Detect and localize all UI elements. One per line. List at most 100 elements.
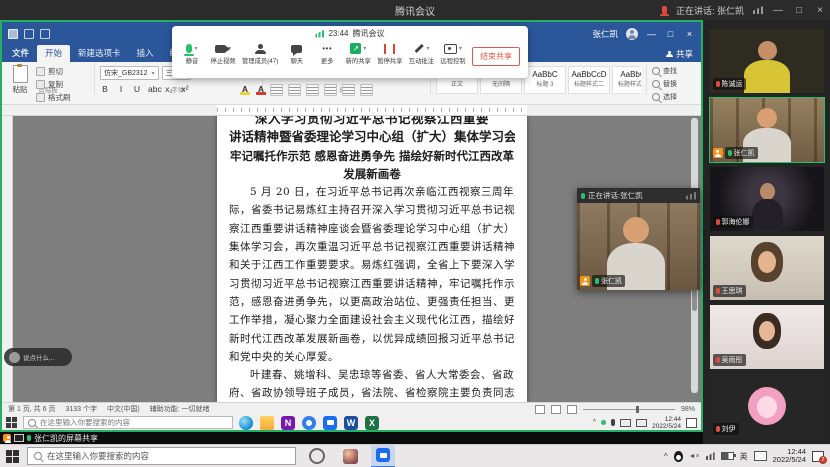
network-icon[interactable]: [706, 452, 715, 460]
end-share-button[interactable]: 结束共享: [472, 47, 520, 66]
participant-tile[interactable]: 王思琪: [710, 236, 824, 300]
zoom-slider[interactable]: [583, 409, 675, 410]
cut-button[interactable]: 剪切: [36, 66, 71, 77]
toolbar-button[interactable]: ▾ 互动批注: [409, 42, 434, 65]
font-format-button[interactable]: U: [132, 84, 142, 94]
taskbar-app-icon[interactable]: [239, 416, 253, 430]
shared-search-box[interactable]: 在这里输入你要搜索的内容: [23, 416, 233, 429]
format-painter-button[interactable]: 格式刷: [36, 92, 71, 103]
app-button[interactable]: [338, 445, 363, 467]
qq-icon[interactable]: [674, 451, 683, 462]
tray-expand-icon[interactable]: ^: [593, 419, 596, 426]
account-avatar[interactable]: [626, 28, 638, 40]
ribbon-tab[interactable]: 开始: [37, 45, 70, 62]
font-format-button[interactable]: x₂: [164, 84, 174, 94]
minimize-button[interactable]: —: [772, 5, 784, 16]
network-signal-icon[interactable]: [753, 6, 763, 14]
ribbon-tab[interactable]: 文件: [4, 45, 37, 62]
speaker-pip-window[interactable]: 正在讲话:张仁凯 张仁凯: [577, 188, 700, 290]
toolbar-button[interactable]: ▾ 新的共享: [346, 42, 371, 65]
horizontal-ruler[interactable]: [2, 105, 701, 116]
ribbon-tab[interactable]: 插入: [129, 45, 162, 62]
toolbar-button[interactable]: ▾ 暂停共享: [377, 42, 402, 65]
maximize-button[interactable]: □: [793, 5, 805, 16]
editing-button[interactable]: 查找: [652, 66, 677, 76]
chevron-down-icon[interactable]: ▾: [459, 45, 462, 52]
highlight-color-button[interactable]: A: [240, 84, 250, 94]
shared-clock[interactable]: 12:442022/5/24: [652, 416, 681, 430]
tray-expand-icon[interactable]: ^: [664, 452, 668, 461]
chat-quick-pill[interactable]: 说点什么...: [4, 348, 72, 366]
taskbar-app-icon[interactable]: [344, 416, 358, 430]
ribbon-tab[interactable]: 新建选项卡: [70, 45, 129, 62]
font-format-button[interactable]: x²: [180, 84, 190, 94]
toolbar-button[interactable]: ▾ 停止视频: [210, 42, 235, 65]
word-count[interactable]: 3133 个字: [65, 404, 97, 414]
chevron-down-icon[interactable]: ▾: [194, 45, 197, 52]
word-close-button[interactable]: ×: [684, 29, 695, 39]
cortana-button[interactable]: [304, 445, 330, 467]
font-format-button[interactable]: abc: [148, 84, 158, 94]
print-view-button[interactable]: [551, 405, 561, 414]
zoom-level[interactable]: 98%: [681, 406, 695, 413]
taskbar-app-icon[interactable]: [302, 416, 316, 430]
page-indicator[interactable]: 第 1 页, 共 6 页: [8, 404, 55, 414]
word-minimize-button[interactable]: —: [646, 29, 657, 39]
tray-mic-icon[interactable]: [611, 419, 615, 426]
participant-tile[interactable]: 张仁凯: [710, 98, 824, 162]
taskbar-app-icon[interactable]: [365, 416, 379, 430]
style-item[interactable]: AaBbCcD 标题样式二: [568, 66, 610, 94]
save-icon[interactable]: [8, 29, 18, 39]
participant-tile[interactable]: 刘伊: [710, 374, 824, 438]
action-center-icon[interactable]: [686, 418, 697, 428]
tray-display-icon[interactable]: [620, 419, 631, 427]
chevron-down-icon[interactable]: ▾: [426, 45, 429, 52]
style-item[interactable]: AaBbC 标题样式一: [612, 66, 641, 94]
participant-tile[interactable]: 吴雨彤: [710, 305, 824, 369]
language-indicator[interactable]: 中文(中国): [107, 404, 140, 414]
taskbar-app-icon[interactable]: [281, 416, 295, 430]
undo-icon[interactable]: [24, 29, 34, 39]
paragraph-align-buttons[interactable]: [270, 84, 373, 96]
clock[interactable]: 12:442022/5/24: [773, 448, 806, 465]
toolbar-button[interactable]: ▾ 聊天: [285, 42, 309, 65]
start-button[interactable]: [6, 450, 19, 463]
touch-keyboard-icon[interactable]: [754, 451, 767, 461]
accessibility-status[interactable]: 辅助功能: 一切就绪: [150, 404, 210, 414]
style-item[interactable]: AaBbC 标题 3: [524, 66, 566, 94]
paste-button[interactable]: 粘贴: [8, 65, 32, 95]
taskbar-app-icon[interactable]: [323, 416, 337, 430]
toolbar-button[interactable]: ▾ 静音: [180, 42, 204, 65]
tray-keyboard-icon[interactable]: [636, 419, 647, 427]
font-name-select[interactable]: 仿宋_GB2312▾: [100, 66, 159, 80]
taskbar-search-box[interactable]: 在这里输入你要搜索的内容: [27, 447, 296, 465]
toolbar-button[interactable]: ▾ 管理成员(47): [242, 42, 278, 65]
read-view-button[interactable]: [535, 405, 545, 414]
notification-icon[interactable]: 2: [812, 451, 824, 462]
copy-button[interactable]: 复制: [36, 79, 71, 90]
person-icon: [666, 51, 673, 58]
start-button[interactable]: [6, 417, 17, 428]
toolbar-button[interactable]: ▾ 远程控制: [440, 42, 465, 65]
meeting-status-icon[interactable]: [601, 420, 606, 425]
redo-icon[interactable]: [40, 29, 50, 39]
participant-tile[interactable]: 郭海伦娜: [710, 167, 824, 231]
editing-button[interactable]: 选择: [652, 92, 677, 102]
toolbar-button[interactable]: ▾ 更多: [315, 42, 339, 65]
document-page[interactable]: 深入学习贯彻习近平总书记视察江西重要 讲话精神暨省委理论学习中心组（扩大）集体学…: [217, 116, 527, 402]
word-maximize-button[interactable]: □: [665, 29, 676, 39]
battery-icon[interactable]: [721, 452, 734, 460]
web-view-button[interactable]: [567, 405, 577, 414]
font-format-button[interactable]: I: [116, 84, 126, 94]
ime-indicator[interactable]: 英: [740, 451, 748, 462]
editing-button[interactable]: 替换: [652, 79, 677, 89]
taskbar-app-icon[interactable]: [260, 416, 274, 430]
tencent-meeting-button[interactable]: [371, 445, 395, 467]
font-format-button[interactable]: B: [100, 84, 110, 94]
word-account-name[interactable]: 张仁凯: [592, 28, 618, 40]
close-button[interactable]: ×: [814, 5, 826, 16]
speaker-muted-icon[interactable]: ◄×: [689, 453, 700, 460]
participant-tile[interactable]: 陈诚运: [710, 29, 824, 93]
chevron-down-icon[interactable]: ▾: [363, 45, 366, 52]
share-document-button[interactable]: 共享: [666, 48, 693, 60]
